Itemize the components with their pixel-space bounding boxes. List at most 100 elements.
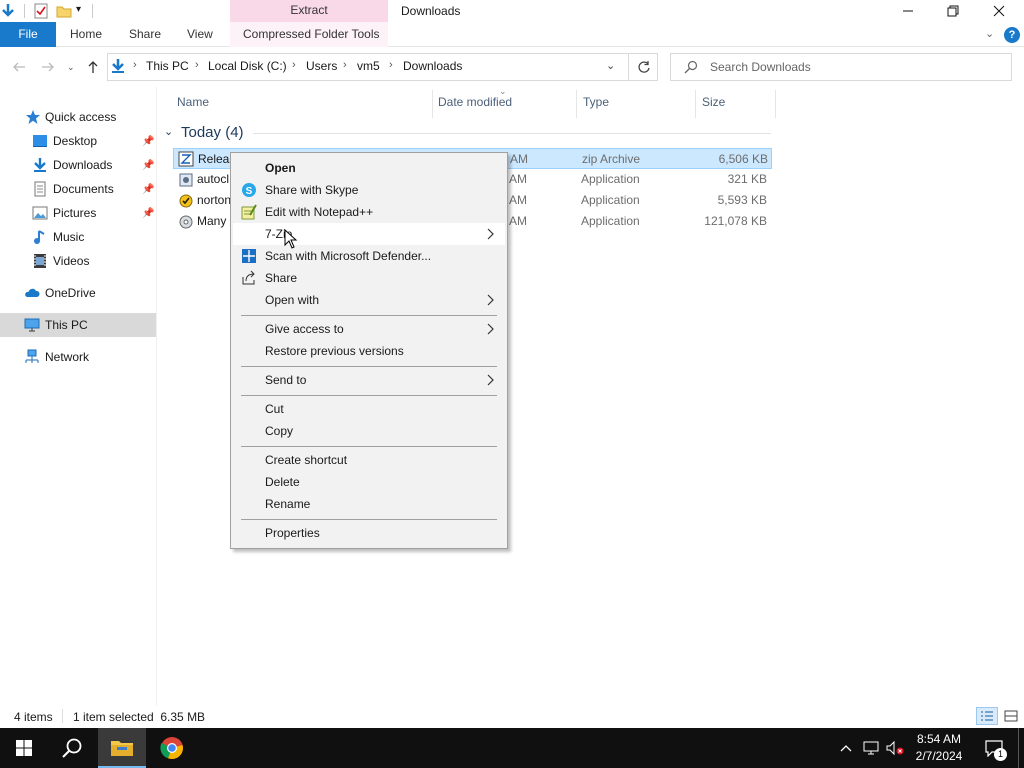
minimize-button[interactable]	[885, 0, 931, 22]
breadcrumb-local-disk[interactable]: Local Disk (C:)	[208, 59, 287, 73]
restore-button[interactable]	[930, 0, 976, 22]
forward-button[interactable]	[38, 57, 58, 77]
sidebar-item-documents[interactable]: Documents 📌	[0, 177, 156, 201]
column-header-name[interactable]: Name	[177, 94, 209, 114]
customize-quick-access-icon[interactable]: ▾	[76, 4, 81, 15]
column-divider[interactable]	[576, 90, 577, 118]
file-name: norton	[197, 193, 232, 207]
help-icon[interactable]: ?	[1004, 27, 1020, 43]
sidebar-label: Music	[53, 230, 85, 244]
close-button[interactable]	[976, 0, 1022, 22]
taskbar-file-explorer[interactable]	[98, 728, 146, 768]
column-divider[interactable]	[775, 90, 776, 118]
submenu-arrow-icon	[485, 226, 495, 245]
menu-item-share[interactable]: Share	[233, 267, 505, 289]
menu-label: Delete	[265, 475, 300, 489]
sidebar-item-network[interactable]: Network	[0, 345, 156, 369]
breadcrumb-downloads[interactable]: Downloads	[403, 59, 462, 73]
breadcrumb-separator[interactable]: ›	[389, 59, 393, 71]
tab-view[interactable]: View	[187, 22, 213, 47]
refresh-button[interactable]	[628, 53, 658, 81]
breadcrumb-separator[interactable]: ›	[133, 59, 137, 71]
up-button[interactable]	[83, 57, 103, 77]
sidebar-item-this-pc[interactable]: This PC	[0, 313, 156, 337]
column-divider[interactable]	[432, 90, 433, 118]
network-status-button[interactable]	[860, 728, 882, 768]
breadcrumb-separator[interactable]: ›	[292, 59, 296, 71]
recent-locations-icon[interactable]: ⌄	[67, 62, 75, 73]
sidebar-item-downloads[interactable]: Downloads 📌	[0, 153, 156, 177]
share-icon	[241, 270, 257, 286]
address-dropdown-icon[interactable]: ⌄	[606, 59, 615, 72]
menu-label: Rename	[265, 497, 311, 511]
details-view-button[interactable]	[976, 707, 998, 725]
show-desktop-button[interactable]	[1018, 728, 1024, 768]
search-button[interactable]	[48, 728, 96, 768]
title-bar	[0, 0, 1024, 22]
large-icons-view-button[interactable]	[1001, 707, 1021, 725]
menu-item-create-shortcut[interactable]: Create shortcut	[233, 449, 505, 471]
menu-item-give-access[interactable]: Give access to	[233, 318, 505, 340]
menu-item-send-to[interactable]: Send to	[233, 369, 505, 391]
column-header-size[interactable]: Size	[702, 94, 725, 114]
properties-icon[interactable]	[33, 3, 49, 19]
menu-item-open[interactable]: Open	[233, 157, 505, 179]
sidebar-item-quick-access[interactable]: Quick access	[0, 105, 156, 129]
tab-home[interactable]: Home	[70, 22, 102, 47]
expand-ribbon-icon[interactable]: ⌄	[985, 27, 994, 40]
column-header-date-modified[interactable]: Date modified	[438, 94, 512, 114]
new-folder-icon[interactable]	[56, 3, 72, 19]
search-placeholder[interactable]: Search Downloads	[710, 60, 811, 74]
volume-button[interactable]	[884, 728, 906, 768]
window-title: Downloads	[401, 4, 461, 18]
status-item-count: 4 items	[14, 710, 53, 724]
breadcrumb-separator[interactable]: ›	[343, 59, 347, 71]
menu-item-rename[interactable]: Rename	[233, 493, 505, 515]
notepad-plus-plus-icon	[241, 204, 257, 220]
sidebar-item-music[interactable]: Music	[0, 225, 156, 249]
menu-item-copy[interactable]: Copy	[233, 420, 505, 442]
breadcrumb-separator[interactable]: ›	[195, 59, 199, 71]
star-icon	[25, 109, 41, 125]
menu-item-properties[interactable]: Properties	[233, 522, 505, 544]
sidebar-item-desktop[interactable]: Desktop 📌	[0, 129, 156, 153]
menu-label: Give access to	[265, 322, 344, 336]
menu-item-delete[interactable]: Delete	[233, 471, 505, 493]
collapse-group-icon[interactable]: ⌄	[164, 125, 173, 138]
group-header[interactable]: Today (4)	[181, 124, 244, 141]
file-date: AM	[509, 172, 527, 186]
sidebar-item-onedrive[interactable]: OneDrive	[0, 281, 156, 305]
details-view-icon	[981, 711, 993, 721]
back-button[interactable]	[9, 57, 29, 77]
pictures-icon	[32, 205, 48, 221]
breadcrumb-this-pc[interactable]: This PC	[146, 59, 189, 73]
column-header-type[interactable]: Type	[583, 94, 609, 114]
column-divider[interactable]	[695, 90, 696, 118]
menu-item-share-with-skype[interactable]: S Share with Skype	[233, 179, 505, 201]
tab-compressed-folder-tools[interactable]: Compressed Folder Tools	[243, 22, 380, 47]
group-divider	[253, 133, 771, 134]
taskbar-chrome[interactable]	[148, 728, 196, 768]
tab-file[interactable]: File	[0, 22, 56, 47]
menu-item-restore-previous-versions[interactable]: Restore previous versions	[233, 340, 505, 362]
menu-item-scan-defender[interactable]: Scan with Microsoft Defender...	[233, 245, 505, 267]
sidebar-item-pictures[interactable]: Pictures 📌	[0, 201, 156, 225]
menu-label: Copy	[265, 424, 294, 438]
menu-item-cut[interactable]: Cut	[233, 398, 505, 420]
show-hidden-icons-button[interactable]	[836, 728, 856, 768]
breadcrumb-users[interactable]: Users	[306, 59, 337, 73]
start-button[interactable]	[0, 728, 48, 768]
menu-item-7zip[interactable]: 7-Zip	[233, 223, 505, 245]
menu-item-edit-with-notepad[interactable]: Edit with Notepad++	[233, 201, 505, 223]
action-center-button[interactable]: 1	[980, 728, 1008, 768]
file-date: AM	[509, 214, 527, 228]
sidebar-item-videos[interactable]: Videos	[0, 249, 156, 273]
down-arrow-icon[interactable]	[0, 3, 16, 19]
sidebar-label: Pictures	[53, 206, 97, 220]
menu-item-open-with[interactable]: Open with	[233, 289, 505, 311]
tab-share[interactable]: Share	[129, 22, 161, 47]
address-bar[interactable]	[107, 53, 658, 81]
downloads-icon	[32, 157, 48, 173]
clock[interactable]: 8:54 AM 2/7/2024	[910, 731, 968, 765]
breadcrumb-vm5[interactable]: vm5	[357, 59, 380, 73]
